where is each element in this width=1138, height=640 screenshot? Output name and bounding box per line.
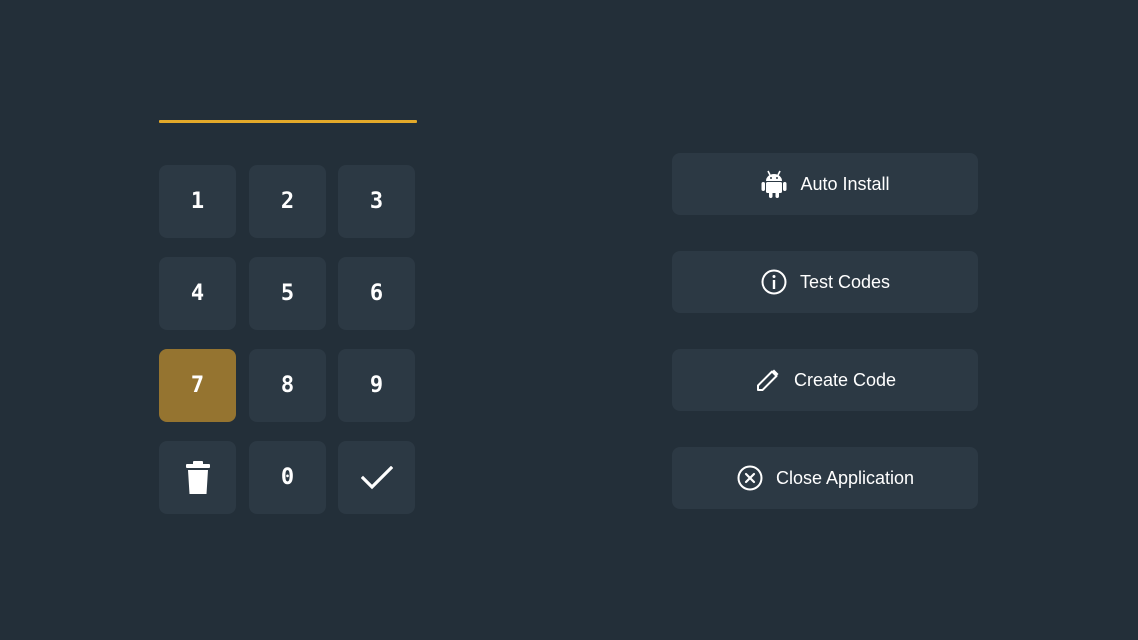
key-2[interactable]: 2	[249, 165, 326, 238]
info-icon	[760, 268, 788, 296]
android-icon	[760, 170, 788, 198]
key-0[interactable]: 0	[249, 441, 326, 514]
test-codes-button[interactable]: Test Codes	[672, 251, 978, 313]
auto-install-button[interactable]: Auto Install	[672, 153, 978, 215]
auto-install-label: Auto Install	[800, 173, 890, 194]
key-6[interactable]: 6	[338, 257, 415, 330]
key-7[interactable]: 7	[159, 349, 236, 422]
key-1[interactable]: 1	[159, 165, 236, 238]
key-5[interactable]: 5	[249, 257, 326, 330]
key-3[interactable]: 3	[338, 165, 415, 238]
code-input-underline[interactable]	[159, 120, 417, 123]
close-circle-icon	[736, 464, 764, 492]
close-application-button[interactable]: Close Application	[672, 447, 978, 509]
key-8[interactable]: 8	[249, 349, 326, 422]
close-application-label: Close Application	[775, 467, 915, 488]
trash-icon	[185, 460, 211, 495]
test-codes-label: Test Codes	[799, 271, 891, 292]
checkmark-icon	[360, 465, 393, 490]
key-4[interactable]: 4	[159, 257, 236, 330]
code-entry-screen: 1 2 3 4 5 6 7 8 9 0 Auto Install Test Co…	[0, 0, 1138, 640]
confirm-button[interactable]	[338, 441, 415, 514]
create-code-button[interactable]: Create Code	[672, 349, 978, 411]
delete-button[interactable]	[159, 441, 236, 514]
pencil-icon	[754, 366, 782, 394]
key-9[interactable]: 9	[338, 349, 415, 422]
create-code-label: Create Code	[793, 369, 897, 390]
